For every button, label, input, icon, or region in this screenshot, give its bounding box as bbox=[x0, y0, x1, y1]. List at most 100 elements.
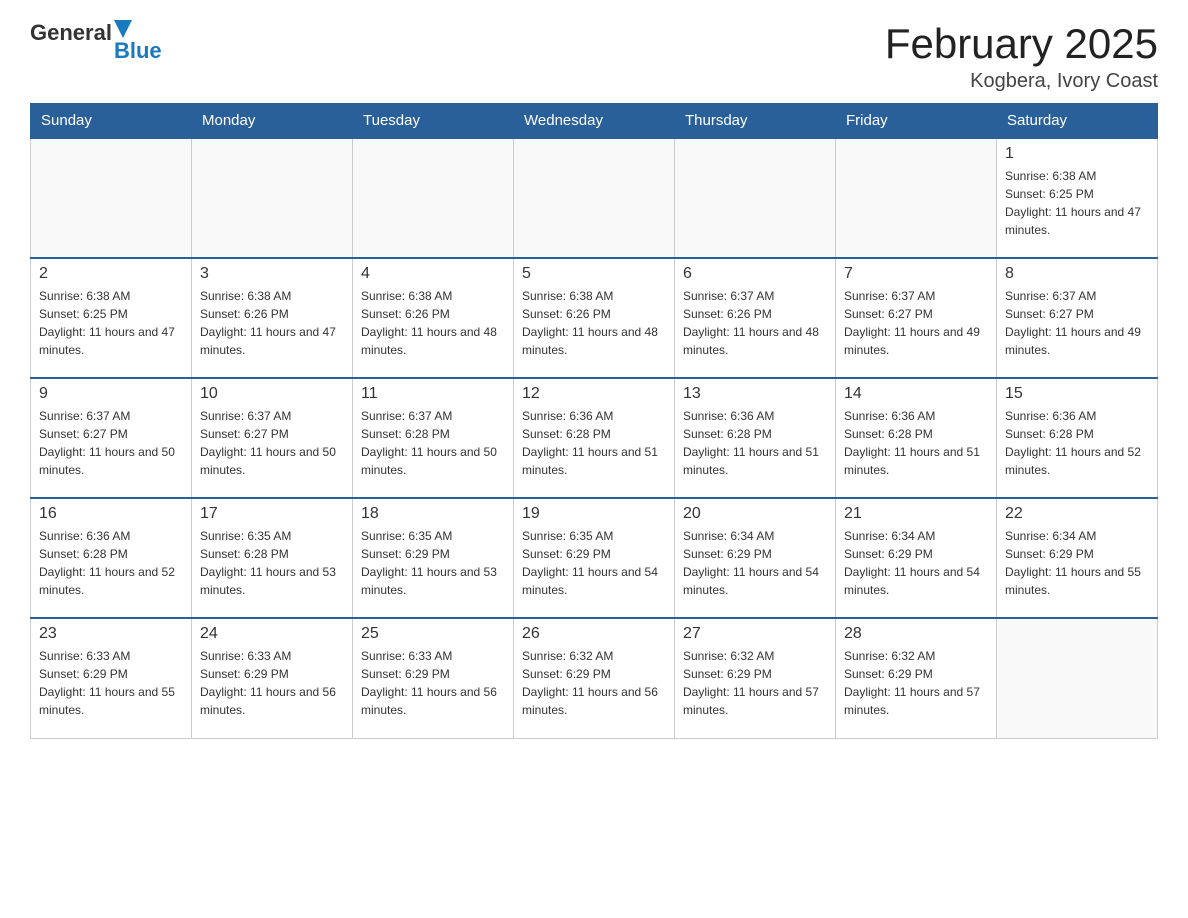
day-info: Sunrise: 6:36 AM Sunset: 6:28 PM Dayligh… bbox=[683, 407, 827, 479]
day-info: Sunrise: 6:34 AM Sunset: 6:29 PM Dayligh… bbox=[683, 527, 827, 599]
day-info: Sunrise: 6:38 AM Sunset: 6:26 PM Dayligh… bbox=[522, 287, 666, 359]
weekday-header-sunday: Sunday bbox=[31, 104, 192, 139]
day-info: Sunrise: 6:32 AM Sunset: 6:29 PM Dayligh… bbox=[844, 647, 988, 719]
calendar-cell: 18 Sunrise: 6:35 AM Sunset: 6:29 PM Dayli… bbox=[353, 498, 514, 618]
day-info: Sunrise: 6:34 AM Sunset: 6:29 PM Dayligh… bbox=[844, 527, 988, 599]
weekday-header-friday: Friday bbox=[836, 104, 997, 139]
calendar-cell bbox=[836, 138, 997, 258]
page-header: General Blue February 2025 Kogbera, Ivor… bbox=[30, 20, 1158, 93]
calendar-table: SundayMondayTuesdayWednesdayThursdayFrid… bbox=[30, 103, 1158, 739]
day-info: Sunrise: 6:36 AM Sunset: 6:28 PM Dayligh… bbox=[522, 407, 666, 479]
day-info: Sunrise: 6:37 AM Sunset: 6:27 PM Dayligh… bbox=[844, 287, 988, 359]
calendar-cell: 20 Sunrise: 6:34 AM Sunset: 6:29 PM Dayli… bbox=[675, 498, 836, 618]
day-number: 18 bbox=[361, 505, 505, 523]
day-number: 20 bbox=[683, 505, 827, 523]
weekday-header-row: SundayMondayTuesdayWednesdayThursdayFrid… bbox=[31, 104, 1158, 139]
logo-arrow-icon bbox=[114, 20, 132, 38]
day-number: 14 bbox=[844, 385, 988, 403]
calendar-cell bbox=[31, 138, 192, 258]
calendar-cell: 8 Sunrise: 6:37 AM Sunset: 6:27 PM Daylig… bbox=[997, 258, 1158, 378]
logo-general: General bbox=[30, 20, 112, 46]
day-number: 8 bbox=[1005, 265, 1149, 283]
calendar-cell: 26Sunrise: 6:32 AM Sunset: 6:29 PM Dayli… bbox=[514, 618, 675, 738]
day-number: 9 bbox=[39, 385, 183, 403]
day-info: Sunrise: 6:35 AM Sunset: 6:28 PM Dayligh… bbox=[200, 527, 344, 599]
calendar-cell: 22 Sunrise: 6:34 AM Sunset: 6:29 PM Dayli… bbox=[997, 498, 1158, 618]
day-info: Sunrise: 6:33 AM Sunset: 6:29 PM Dayligh… bbox=[361, 647, 505, 719]
weekday-header-wednesday: Wednesday bbox=[514, 104, 675, 139]
week-row-1: 1 Sunrise: 6:38 AM Sunset: 6:25 PM Daylig… bbox=[31, 138, 1158, 258]
calendar-cell: 21 Sunrise: 6:34 AM Sunset: 6:29 PM Dayli… bbox=[836, 498, 997, 618]
week-row-5: 23 Sunrise: 6:33 AM Sunset: 6:29 PM Dayli… bbox=[31, 618, 1158, 738]
day-number: 1 bbox=[1005, 145, 1149, 163]
day-info: Sunrise: 6:37 AM Sunset: 6:27 PM Dayligh… bbox=[1005, 287, 1149, 359]
weekday-header-tuesday: Tuesday bbox=[353, 104, 514, 139]
calendar-cell: 28 Sunrise: 6:32 AM Sunset: 6:29 PM Dayli… bbox=[836, 618, 997, 738]
day-number: 19 bbox=[522, 505, 666, 523]
day-number: 15 bbox=[1005, 385, 1149, 403]
location: Kogbera, Ivory Coast bbox=[885, 70, 1158, 93]
calendar-cell: 27 Sunrise: 6:32 AM Sunset: 6:29 PM Dayli… bbox=[675, 618, 836, 738]
day-info: Sunrise: 6:37 AM Sunset: 6:27 PM Dayligh… bbox=[200, 407, 344, 479]
calendar-cell: 1 Sunrise: 6:38 AM Sunset: 6:25 PM Daylig… bbox=[997, 138, 1158, 258]
day-number: 6 bbox=[683, 265, 827, 283]
day-number: 27 bbox=[683, 625, 827, 643]
calendar-cell bbox=[675, 138, 836, 258]
calendar-cell bbox=[353, 138, 514, 258]
day-number: 22 bbox=[1005, 505, 1149, 523]
calendar-cell: 9 Sunrise: 6:37 AM Sunset: 6:27 PM Daylig… bbox=[31, 378, 192, 498]
calendar-cell: 3 Sunrise: 6:38 AM Sunset: 6:26 PM Daylig… bbox=[192, 258, 353, 378]
day-info: Sunrise: 6:35 AM Sunset: 6:29 PM Dayligh… bbox=[522, 527, 666, 599]
month-title: February 2025 bbox=[885, 20, 1158, 68]
week-row-4: 16Sunrise: 6:36 AM Sunset: 6:28 PM Dayli… bbox=[31, 498, 1158, 618]
calendar-cell: 4 Sunrise: 6:38 AM Sunset: 6:26 PM Daylig… bbox=[353, 258, 514, 378]
week-row-2: 2 Sunrise: 6:38 AM Sunset: 6:25 PM Daylig… bbox=[31, 258, 1158, 378]
calendar-cell: 5 Sunrise: 6:38 AM Sunset: 6:26 PM Daylig… bbox=[514, 258, 675, 378]
day-info: Sunrise: 6:35 AM Sunset: 6:29 PM Dayligh… bbox=[361, 527, 505, 599]
day-info: Sunrise: 6:38 AM Sunset: 6:26 PM Dayligh… bbox=[361, 287, 505, 359]
day-info: Sunrise: 6:38 AM Sunset: 6:26 PM Dayligh… bbox=[200, 287, 344, 359]
day-info: Sunrise: 6:37 AM Sunset: 6:28 PM Dayligh… bbox=[361, 407, 505, 479]
day-info: Sunrise: 6:33 AM Sunset: 6:29 PM Dayligh… bbox=[39, 647, 183, 719]
calendar-cell bbox=[192, 138, 353, 258]
day-info: Sunrise: 6:38 AM Sunset: 6:25 PM Dayligh… bbox=[39, 287, 183, 359]
calendar-cell: 12 Sunrise: 6:36 AM Sunset: 6:28 PM Dayli… bbox=[514, 378, 675, 498]
calendar-cell bbox=[514, 138, 675, 258]
day-number: 23 bbox=[39, 625, 183, 643]
logo: General Blue bbox=[30, 20, 162, 64]
weekday-header-monday: Monday bbox=[192, 104, 353, 139]
day-info: Sunrise: 6:36 AM Sunset: 6:28 PM Dayligh… bbox=[844, 407, 988, 479]
day-info: Sunrise: 6:38 AM Sunset: 6:25 PM Dayligh… bbox=[1005, 167, 1149, 239]
calendar-cell: 2 Sunrise: 6:38 AM Sunset: 6:25 PM Daylig… bbox=[31, 258, 192, 378]
day-number: 28 bbox=[844, 625, 988, 643]
calendar-cell: 13 Sunrise: 6:36 AM Sunset: 6:28 PM Dayli… bbox=[675, 378, 836, 498]
calendar-cell bbox=[997, 618, 1158, 738]
day-number: 7 bbox=[844, 265, 988, 283]
day-number: 4 bbox=[361, 265, 505, 283]
day-number: 10 bbox=[200, 385, 344, 403]
day-info: Sunrise: 6:34 AM Sunset: 6:29 PM Dayligh… bbox=[1005, 527, 1149, 599]
day-number: 12 bbox=[522, 385, 666, 403]
day-number: 25 bbox=[361, 625, 505, 643]
calendar-cell: 7 Sunrise: 6:37 AM Sunset: 6:27 PM Daylig… bbox=[836, 258, 997, 378]
weekday-header-saturday: Saturday bbox=[997, 104, 1158, 139]
day-number: 16 bbox=[39, 505, 183, 523]
day-number: 24 bbox=[200, 625, 344, 643]
day-info: Sunrise: 6:36 AM Sunset: 6:28 PM Dayligh… bbox=[1005, 407, 1149, 479]
day-number: 3 bbox=[200, 265, 344, 283]
day-number: 13 bbox=[683, 385, 827, 403]
day-number: 2 bbox=[39, 265, 183, 283]
calendar-cell: 17Sunrise: 6:35 AM Sunset: 6:28 PM Dayli… bbox=[192, 498, 353, 618]
calendar-cell: 10 Sunrise: 6:37 AM Sunset: 6:27 PM Dayli… bbox=[192, 378, 353, 498]
calendar-cell: 15 Sunrise: 6:36 AM Sunset: 6:28 PM Dayli… bbox=[997, 378, 1158, 498]
calendar-cell: 25 Sunrise: 6:33 AM Sunset: 6:29 PM Dayli… bbox=[353, 618, 514, 738]
day-info: Sunrise: 6:32 AM Sunset: 6:29 PM Dayligh… bbox=[683, 647, 827, 719]
day-number: 5 bbox=[522, 265, 666, 283]
weekday-header-thursday: Thursday bbox=[675, 104, 836, 139]
title-section: February 2025 Kogbera, Ivory Coast bbox=[885, 20, 1158, 93]
day-number: 21 bbox=[844, 505, 988, 523]
day-info: Sunrise: 6:33 AM Sunset: 6:29 PM Dayligh… bbox=[200, 647, 344, 719]
calendar-cell: 24 Sunrise: 6:33 AM Sunset: 6:29 PM Dayli… bbox=[192, 618, 353, 738]
logo-blue: Blue bbox=[114, 38, 162, 64]
day-info: Sunrise: 6:37 AM Sunset: 6:27 PM Dayligh… bbox=[39, 407, 183, 479]
